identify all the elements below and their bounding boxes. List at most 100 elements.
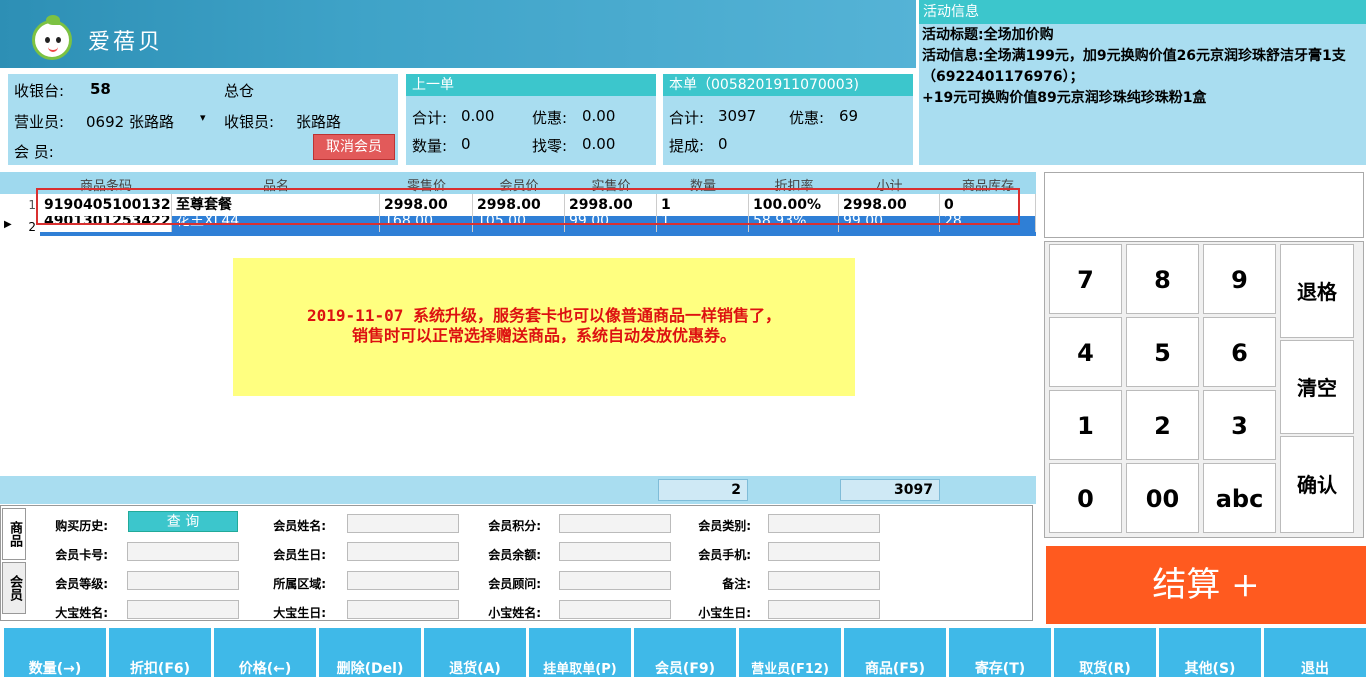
return-button[interactable]: 退货(A) [423, 628, 526, 677]
member-card-label: 会员卡号: [55, 548, 108, 562]
total-count: 2 [658, 479, 748, 501]
other-button[interactable]: 其他(S) [1158, 628, 1261, 677]
baby2-name-field[interactable] [559, 600, 671, 619]
member-button[interactable]: 会员(F9) [633, 628, 736, 677]
prev-total-label: 合计: [412, 109, 448, 127]
cur-discount-value: 69 [839, 107, 859, 125]
baby2-birthday-field[interactable] [768, 600, 880, 619]
member-name-field[interactable] [347, 514, 459, 533]
member-advisor-field[interactable] [559, 571, 671, 590]
cur-commission-label: 提成: [669, 137, 705, 155]
baby1-birthday-label: 大宝生日: [273, 606, 326, 620]
cashier-value: 张路路 [296, 113, 342, 131]
tab-goods[interactable]: 商品 [2, 508, 26, 560]
key-2[interactable]: 2 [1126, 390, 1199, 460]
query-button[interactable]: 查 询 [128, 511, 238, 532]
prev-total-value: 0.00 [461, 107, 495, 125]
member-balance-field[interactable] [559, 542, 671, 561]
app-logo [32, 15, 72, 60]
key-6[interactable]: 6 [1203, 317, 1276, 387]
discount-button[interactable]: 折扣(F6) [108, 628, 211, 677]
backspace-button[interactable]: 退格 [1280, 244, 1354, 338]
clear-button[interactable]: 清空 [1280, 340, 1354, 434]
prev-change-value: 0.00 [582, 135, 616, 153]
cur-discount-label: 优惠: [789, 109, 825, 127]
activity-title: 活动信息 [919, 0, 1366, 24]
confirm-button[interactable]: 确认 [1280, 436, 1354, 533]
member-phone-label: 会员手机: [698, 548, 751, 562]
clerk-select[interactable]: 0692 张路路 [86, 111, 174, 132]
cancel-member-button[interactable]: 取消会员 [313, 134, 395, 160]
activity-line: 活动标题:全场加价购 [922, 27, 1054, 43]
goods-button[interactable]: 商品(F5) [843, 628, 946, 677]
region-field[interactable] [347, 571, 459, 590]
baby1-name-field[interactable] [127, 600, 239, 619]
key-4[interactable]: 4 [1049, 317, 1122, 387]
store-name: 总仓 [224, 82, 255, 100]
row-pointer-icon: ▶ [4, 219, 12, 230]
cur-total-label: 合计: [669, 109, 705, 127]
price-button[interactable]: 价格(←) [213, 628, 316, 677]
remark-field[interactable] [768, 571, 880, 590]
member-phone-field[interactable] [768, 542, 880, 561]
purchase-history-label: 购买历史: [55, 519, 108, 533]
chevron-down-icon[interactable]: ▾ [200, 111, 206, 124]
member-level-label: 会员等级: [55, 577, 108, 591]
notice-line: 销售时可以正常选择赠送商品，系统自动发放优惠券。 [351, 326, 736, 345]
member-type-field[interactable] [768, 514, 880, 533]
key-0[interactable]: 0 [1049, 463, 1122, 533]
baby1-birthday-field[interactable] [347, 600, 459, 619]
quantity-button[interactable]: 数量(→) [3, 628, 106, 677]
system-notice: 2019-11-07 系统升级，服务套卡也可以像普通商品一样销售了， 销售时可以… [233, 258, 855, 396]
delete-button[interactable]: 删除(Del) [318, 628, 421, 677]
member-birthday-label: 会员生日: [273, 548, 326, 562]
member-level-field[interactable] [127, 571, 239, 590]
key-00[interactable]: 00 [1126, 463, 1199, 533]
app-name: 爱蓓贝 [88, 30, 164, 55]
member-points-label: 会员积分: [488, 519, 541, 533]
region-label: 所属区域: [273, 577, 326, 591]
key-9[interactable]: 9 [1203, 244, 1276, 314]
register-value: 58 [90, 80, 111, 98]
key-3[interactable]: 3 [1203, 390, 1276, 460]
member-name-label: 会员姓名: [273, 519, 326, 533]
member-type-label: 会员类别: [698, 519, 751, 533]
clerk-label: 营业员: [14, 113, 65, 131]
clerk-button[interactable]: 营业员(F12) [738, 628, 841, 677]
prev-qty-label: 数量: [412, 137, 448, 155]
baby1-name-label: 大宝姓名: [55, 606, 108, 620]
keypad: 7 8 9 4 5 6 1 2 3 0 00 abc 退格 清空 确认 [1044, 241, 1364, 538]
member-birthday-field[interactable] [347, 542, 459, 561]
member-advisor-label: 会员顾问: [488, 577, 541, 591]
key-1[interactable]: 1 [1049, 390, 1122, 460]
baby2-name-label: 小宝姓名: [488, 606, 541, 620]
input-display[interactable] [1044, 172, 1364, 238]
tab-member[interactable]: 会员 [2, 562, 26, 614]
notice-line: 2019-11-07 系统升级，服务套卡也可以像普通商品一样销售了， [307, 306, 781, 325]
deposit-button[interactable]: 寄存(T) [948, 628, 1051, 677]
key-abc[interactable]: abc [1203, 463, 1276, 533]
remark-label: 备注: [722, 577, 751, 591]
key-8[interactable]: 8 [1126, 244, 1199, 314]
activity-line: 活动信息:全场满199元，加9元换购价值26元京润珍珠舒洁牙膏1支（692240… [922, 48, 1346, 85]
activity-panel: 活动信息 活动标题:全场加价购 活动信息:全场满199元，加9元换购价值26元京… [919, 0, 1366, 165]
key-5[interactable]: 5 [1126, 317, 1199, 387]
prev-change-label: 找零: [532, 137, 568, 155]
cashier-label: 收银员: [224, 113, 275, 131]
prev-discount-value: 0.00 [582, 107, 616, 125]
pickup-button[interactable]: 取货(R) [1053, 628, 1156, 677]
cur-commission-value: 0 [718, 135, 728, 153]
total-amount: 3097 [840, 479, 940, 501]
highlight-box [36, 188, 1020, 225]
member-points-field[interactable] [559, 514, 671, 533]
checkout-button[interactable]: 结算 + [1046, 546, 1366, 624]
hold-order-button[interactable]: 挂单取单(P) [528, 628, 631, 677]
function-bar: 数量(→) 折扣(F6) 价格(←) 删除(Del) 退货(A) 挂单取单(P)… [0, 626, 1366, 677]
member-card-field[interactable] [127, 542, 239, 561]
activity-line: +19元可换购价值89元京润珍珠纯珍珠粉1盒 [922, 90, 1207, 106]
key-7[interactable]: 7 [1049, 244, 1122, 314]
row-number: 1 [28, 198, 36, 212]
prev-discount-label: 优惠: [532, 109, 568, 127]
exit-button[interactable]: 退出 [1263, 628, 1366, 677]
current-order-panel: 本单（0058201911070003) 合计: 3097 优惠: 69 提成:… [663, 74, 913, 165]
